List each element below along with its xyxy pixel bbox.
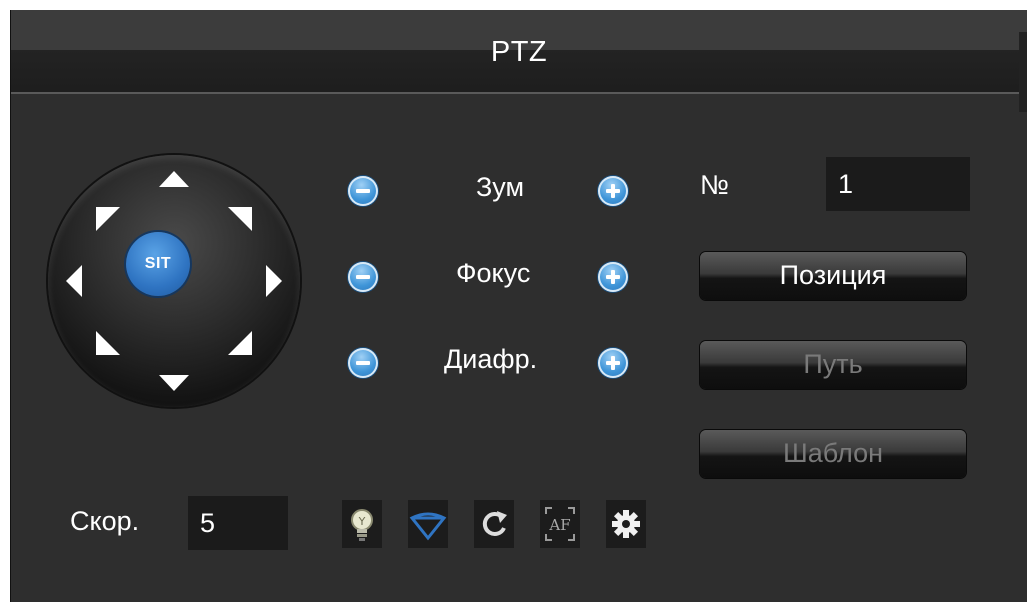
arrow-up-left-icon[interactable]	[96, 207, 120, 231]
settings-icon	[612, 510, 640, 538]
svg-text:Y: Y	[358, 515, 366, 528]
zoom-plus-button[interactable]	[598, 176, 628, 206]
arrow-down-icon[interactable]	[159, 375, 189, 391]
preset-number-label: №	[700, 170, 729, 200]
rotate-icon	[482, 511, 507, 536]
window-title: PTZ	[490, 36, 548, 68]
zoom-minus-button[interactable]	[348, 176, 378, 206]
speed-field[interactable]: 5	[188, 496, 288, 550]
focus-minus-button[interactable]	[348, 262, 378, 292]
iris-plus-button[interactable]	[598, 348, 628, 378]
af-text: AF	[548, 516, 570, 534]
light-button[interactable]: Y	[342, 500, 382, 548]
window-edge	[1019, 32, 1027, 112]
light-icon: Y	[351, 509, 373, 541]
arrow-right-icon[interactable]	[266, 265, 282, 297]
arrow-up-right-icon[interactable]	[228, 207, 252, 231]
iris-label: Диафр.	[444, 344, 538, 374]
arrow-up-icon[interactable]	[159, 171, 189, 187]
settings-button[interactable]	[606, 500, 646, 548]
arrow-left-icon[interactable]	[66, 265, 82, 297]
arrow-down-right-icon[interactable]	[228, 331, 252, 355]
sit-button[interactable]: SIT	[126, 232, 190, 296]
focus-label: Фокус	[456, 258, 531, 288]
arrow-down-left-icon[interactable]	[96, 331, 120, 355]
wiper-icon	[409, 512, 447, 541]
speed-label: Скор.	[70, 506, 140, 536]
focus-plus-button[interactable]	[598, 262, 628, 292]
wiper-button[interactable]	[408, 500, 448, 548]
zoom-label: Зум	[476, 172, 525, 202]
pattern-button[interactable]: Шаблон	[700, 430, 966, 478]
title-bar: PTZ	[11, 10, 1027, 94]
af-button[interactable]: AF	[540, 500, 580, 548]
af-icon: AF	[545, 507, 575, 541]
iris-minus-button[interactable]	[348, 348, 378, 378]
path-button[interactable]: Путь	[700, 341, 966, 389]
rotate-button[interactable]	[474, 500, 514, 548]
preset-number-field[interactable]: 1	[826, 157, 970, 211]
position-button[interactable]: Позиция	[700, 252, 966, 300]
